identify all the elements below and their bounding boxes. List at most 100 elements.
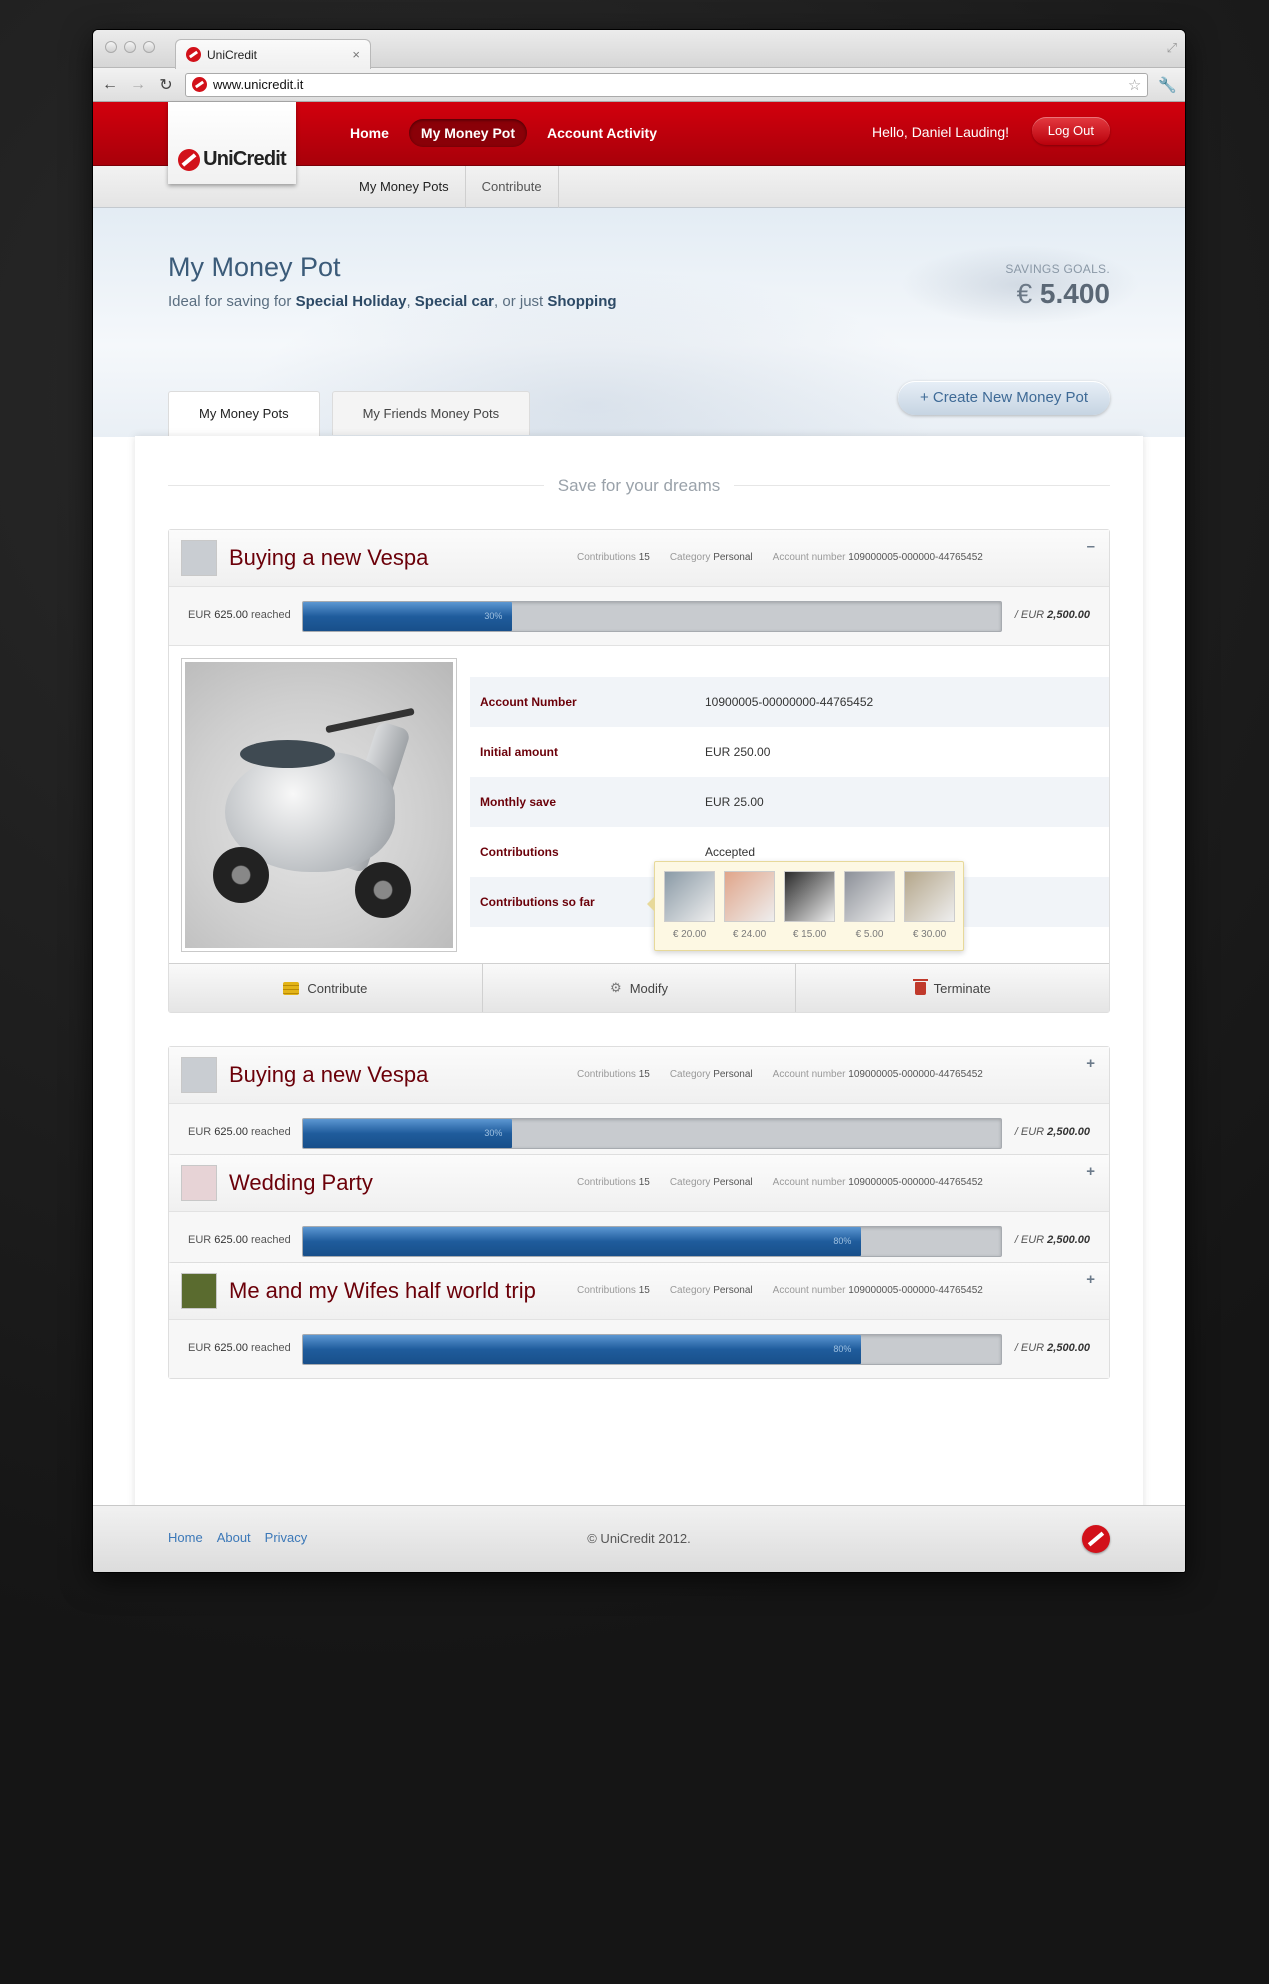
page-subtitle: Ideal for saving for Special Holiday, Sp…	[168, 293, 617, 310]
pot-account-number: Account number 109000005-000000-44765452	[772, 1285, 983, 1296]
site-header: UniCredit Home My Money Pot Account Activi…	[93, 102, 1185, 184]
hero-section: My Money Pot Ideal for saving for Specia…	[93, 208, 1185, 438]
nav-account-activity[interactable]: Account Activity	[535, 119, 669, 147]
address-bar[interactable]: www.unicredit.it ☆	[185, 72, 1149, 97]
trash-icon	[912, 978, 928, 995]
unicredit-footer-logo-icon[interactable]	[1082, 1525, 1110, 1553]
detail-row: Initial amount EUR 250.00	[470, 727, 1109, 777]
pot-target-amount: / EUR 2,500.00	[1014, 1234, 1090, 1246]
contributor[interactable]: € 15.00	[784, 871, 835, 950]
modify-button[interactable]: ⚙ Modify	[483, 964, 797, 1012]
fullscreen-icon[interactable]: ⤢	[1167, 40, 1177, 56]
pot-contributions: Contributions 15	[577, 1177, 650, 1188]
close-window-icon[interactable]	[105, 41, 117, 53]
logo-text: UniCredit	[203, 148, 287, 170]
create-money-pot-button[interactable]: + Create New Money Pot	[898, 381, 1110, 415]
back-arrow-icon[interactable]: ←	[101, 76, 119, 94]
collapse-toggle-icon[interactable]: –	[1087, 538, 1095, 555]
pot-meta: Contributions 15 Category Personal Accou…	[577, 1177, 983, 1188]
pot-progress-row: EUR 625.00 reached 30% / EUR 2,500.00	[169, 587, 1109, 645]
main-nav: Home My Money Pot Account Activity	[338, 119, 669, 147]
pot-meta: Contributions 15 Category Personal Accou…	[577, 1069, 983, 1080]
unicredit-favicon-icon	[186, 47, 201, 62]
contributor[interactable]: € 30.00	[904, 871, 955, 950]
pot-title: Buying a new Vespa	[229, 545, 429, 570]
detail-value: EUR 250.00	[705, 745, 771, 759]
unicredit-logo-icon	[178, 149, 201, 171]
pot-photo	[181, 658, 457, 952]
browser-tabstrip: UniCredit × ⤢	[93, 30, 1185, 69]
contributors-popover: € 20.00 € 24.00 € 15.00 € 5.00 € 30.00	[647, 861, 964, 951]
detail-value: 10900005-00000000-44765452	[705, 695, 874, 709]
unicredit-logo[interactable]: UniCredit	[168, 102, 296, 184]
pot-thumbnail	[181, 540, 217, 576]
contribute-button[interactable]: Contribute	[169, 964, 483, 1012]
pot-progress-row: EUR 625.00 reached 80% / EUR 2,500.00	[169, 1320, 1109, 1378]
contributor-avatar	[664, 871, 715, 922]
nav-home[interactable]: Home	[338, 119, 401, 147]
logout-button[interactable]: Log Out	[1031, 117, 1110, 145]
expand-toggle-icon[interactable]: +	[1086, 1271, 1095, 1288]
detail-row: Monthly save EUR 25.00	[470, 777, 1109, 827]
pot-account-number: Account number 109000005-000000-44765452	[772, 1177, 983, 1188]
detail-label: Monthly save	[480, 795, 557, 809]
pot-progress-percent: 80%	[833, 1236, 852, 1246]
close-tab-icon[interactable]: ×	[352, 47, 360, 62]
nav-my-money-pot[interactable]: My Money Pot	[408, 119, 528, 147]
pot-progress-bar: 80%	[302, 1226, 1002, 1257]
tab-my-money-pots[interactable]: My Money Pots	[168, 391, 320, 437]
money-pot-card: Me and my Wifes half world trip Contribu…	[168, 1262, 1110, 1379]
pot-reached-amount: EUR 625.00 reached	[188, 609, 291, 621]
contributor-amount: € 20.00	[672, 929, 707, 940]
pot-header[interactable]: Me and my Wifes half world trip Contribu…	[169, 1263, 1109, 1320]
money-pots-panel: Save for your dreams Buying a new Vespa …	[135, 436, 1143, 1523]
site-favicon-icon	[192, 77, 207, 92]
pot-tabs: My Money Pots My Friends Money Pots	[168, 391, 531, 437]
detail-label: Initial amount	[480, 745, 558, 759]
expand-toggle-icon[interactable]: +	[1086, 1163, 1095, 1180]
contributor-avatar	[844, 871, 895, 922]
pot-title: Me and my Wifes half world trip	[229, 1278, 536, 1303]
detail-label: Contributions	[480, 845, 559, 859]
pot-account-number: Account number 109000005-000000-44765452	[772, 1069, 983, 1080]
browser-tab[interactable]: UniCredit ×	[175, 39, 371, 69]
reload-icon[interactable]: ↻	[157, 75, 175, 95]
contributor[interactable]: € 24.00	[724, 871, 775, 950]
terminate-button[interactable]: Terminate	[796, 964, 1109, 1012]
pot-target-amount: / EUR 2,500.00	[1014, 609, 1090, 621]
maximize-window-icon[interactable]	[143, 41, 155, 53]
pot-meta: Contributions 15 Category Personal Accou…	[577, 1285, 983, 1296]
pot-reached-amount: EUR 625.00 reached	[188, 1126, 291, 1138]
browser-tab-title: UniCredit	[207, 47, 258, 62]
minimize-window-icon[interactable]	[124, 41, 136, 53]
bookmark-star-icon[interactable]: ☆	[1128, 76, 1141, 94]
vespa-scooter-image	[185, 662, 453, 948]
pot-category: Category Personal	[669, 1177, 753, 1188]
contributor-avatar	[724, 871, 775, 922]
pot-header[interactable]: Wedding Party Contributions 15 Category …	[169, 1155, 1109, 1212]
contributor-amount: € 30.00	[912, 929, 947, 940]
expand-toggle-icon[interactable]: +	[1086, 1055, 1095, 1072]
pot-thumbnail	[181, 1165, 217, 1201]
subnav-my-money-pots[interactable]: My Money Pots	[343, 166, 466, 208]
contributor[interactable]: € 5.00	[844, 871, 895, 950]
pot-progress-percent: 30%	[484, 611, 503, 621]
pot-target-amount: / EUR 2,500.00	[1014, 1126, 1090, 1138]
pot-details: Account Number 10900005-00000000-44765452…	[169, 645, 1109, 963]
wrench-icon[interactable]: 🔧	[1158, 76, 1177, 94]
pot-header[interactable]: Buying a new Vespa Contributions 15 Cate…	[169, 530, 1109, 587]
browser-window: UniCredit × ⤢ ← → ↻ www.unicredit.it ☆ 🔧…	[93, 30, 1185, 1572]
contributor-amount: € 15.00	[792, 929, 827, 940]
pot-progress-bar: 80%	[302, 1334, 1002, 1365]
url-text: www.unicredit.it	[213, 77, 304, 92]
subnav-contribute[interactable]: Contribute	[466, 166, 559, 208]
contributor-avatar	[904, 871, 955, 922]
pot-header[interactable]: Buying a new Vespa Contributions 15 Cate…	[169, 1047, 1109, 1104]
savings-goals: SAVINGS GOALS. € 5.400	[1005, 262, 1110, 310]
contributor[interactable]: € 20.00	[664, 871, 715, 950]
pot-progress-bar: 30%	[302, 601, 1002, 632]
forward-arrow-icon[interactable]: →	[129, 76, 147, 94]
savings-goals-amount: € 5.400	[1016, 278, 1110, 309]
pot-account-number: Account number 109000005-000000-44765452	[772, 552, 983, 563]
tab-my-friends-money-pots[interactable]: My Friends Money Pots	[331, 391, 531, 435]
